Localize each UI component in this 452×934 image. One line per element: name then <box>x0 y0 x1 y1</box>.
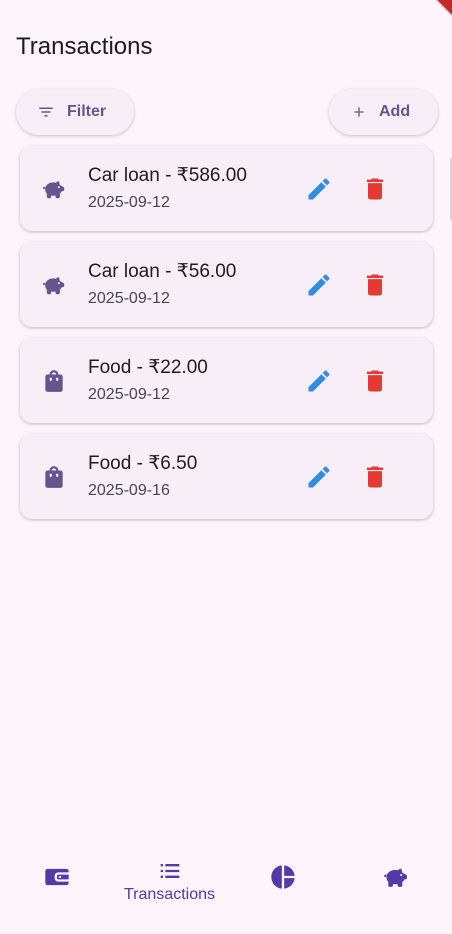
nav-item-transactions[interactable]: Transactions <box>113 855 226 934</box>
delete-icon[interactable] <box>361 175 389 203</box>
nav-item-savings[interactable] <box>339 855 452 934</box>
page-title: Transactions <box>16 33 153 61</box>
nav-item-reports[interactable] <box>226 855 339 934</box>
filter-button[interactable]: Filter <box>16 89 134 135</box>
debug-ribbon <box>419 0 452 33</box>
shopping-bag-icon <box>41 464 67 490</box>
pie-chart-icon <box>269 863 297 891</box>
piggy-bank-icon <box>41 176 67 202</box>
transaction-date: 2025-09-12 <box>88 194 170 211</box>
add-button[interactable]: Add <box>329 89 438 135</box>
edit-icon[interactable] <box>305 175 333 203</box>
shopping-bag-icon <box>41 368 67 394</box>
transaction-card[interactable]: Food - ₹22.00 2025-09-12 <box>20 338 433 423</box>
transaction-list: Car loan - ₹586.00 2025-09-12 Car loan -… <box>20 146 433 530</box>
edit-icon[interactable] <box>305 271 333 299</box>
bottom-navigation: Transactions <box>0 855 452 934</box>
edit-icon[interactable] <box>305 367 333 395</box>
transaction-date: 2025-09-12 <box>88 386 170 403</box>
nav-item-transactions-label: Transactions <box>124 886 215 903</box>
delete-icon[interactable] <box>361 271 389 299</box>
transaction-date: 2025-09-12 <box>88 290 170 307</box>
delete-icon[interactable] <box>361 367 389 395</box>
transaction-title: Car loan - ₹56.00 <box>88 261 237 282</box>
transaction-card[interactable]: Car loan - ₹56.00 2025-09-12 <box>20 242 433 327</box>
transaction-card[interactable]: Food - ₹6.50 2025-09-16 <box>20 434 433 519</box>
transaction-title: Food - ₹22.00 <box>88 357 208 378</box>
plus-icon <box>351 104 367 120</box>
transaction-title: Car loan - ₹586.00 <box>88 165 247 186</box>
piggy-bank-icon <box>382 863 410 891</box>
delete-icon[interactable] <box>361 463 389 491</box>
filter-icon <box>37 103 55 121</box>
add-button-label: Add <box>379 103 411 120</box>
transaction-title: Food - ₹6.50 <box>88 453 198 474</box>
nav-item-wallet[interactable] <box>0 855 113 934</box>
wallet-icon <box>43 863 71 891</box>
edit-icon[interactable] <box>305 463 333 491</box>
piggy-bank-icon <box>41 272 67 298</box>
list-icon <box>156 857 184 885</box>
transaction-date: 2025-09-16 <box>88 482 170 499</box>
transaction-card[interactable]: Car loan - ₹586.00 2025-09-12 <box>20 146 433 231</box>
filter-button-label: Filter <box>67 103 107 120</box>
